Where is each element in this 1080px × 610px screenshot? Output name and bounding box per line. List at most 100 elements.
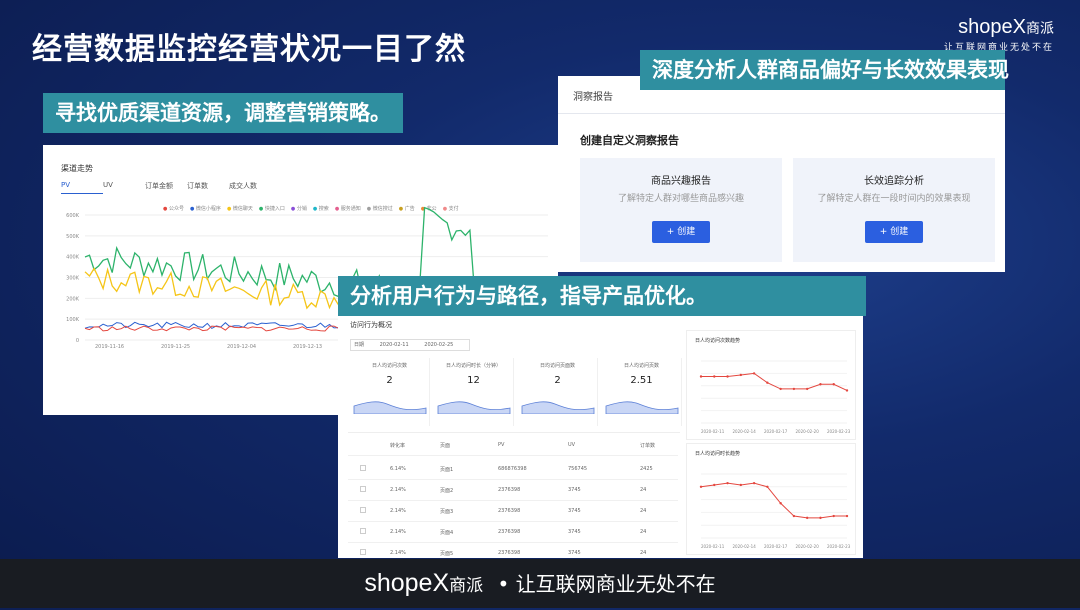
- x-tick-label: 2020-02-23: [827, 544, 851, 549]
- table-cell: 24: [640, 529, 647, 535]
- x-tick-label: 2019-12-13: [293, 344, 322, 350]
- data-point[interactable]: [739, 373, 743, 377]
- data-point[interactable]: [832, 514, 835, 518]
- data-point[interactable]: [766, 485, 769, 488]
- table-cell: 2376398: [498, 529, 521, 535]
- x-tick-label: 2020-02-20: [796, 544, 820, 549]
- column-header[interactable]: UV: [568, 442, 575, 448]
- y-tick-label: 200K: [66, 296, 80, 302]
- table-cell: 2376398: [498, 487, 521, 493]
- footer-tagline: • 让互联网商业无处不在: [497, 572, 716, 596]
- stat-card: 日人均访问时长（分钟） 12: [434, 358, 514, 426]
- table-cell: 页面3: [440, 509, 454, 515]
- table-cell: 页面4: [440, 530, 454, 536]
- y-tick-label: 0: [76, 338, 79, 344]
- product-interest-card: 商品兴趣报告 了解特定人群对哪些商品感兴趣 + 创建: [580, 158, 782, 262]
- table-cell: 3745: [568, 529, 581, 535]
- table-row[interactable]: 2.14% 页面2 2376398 3745 24: [348, 479, 678, 501]
- stat-card: 日均访问页面数 2: [518, 358, 598, 426]
- visit-behavior-panel: 访问行为概况 日期 2020-02-11 2020-02-25 日人均访问次数 2…: [338, 308, 863, 564]
- data-point[interactable]: [726, 375, 729, 378]
- sparkline: [353, 401, 427, 414]
- data-point[interactable]: [845, 389, 849, 392]
- table-row[interactable]: 2.14% 页面3 2376398 3745 24: [348, 500, 678, 522]
- y-tick-label: 500K: [66, 234, 80, 240]
- table-cell: 24: [640, 487, 647, 493]
- x-tick-label: 2020-02-11: [701, 429, 725, 434]
- brand-name: shopeX: [958, 16, 1026, 38]
- card-title: 商品兴趣报告: [651, 176, 711, 187]
- date-from: 2020-02-11: [379, 342, 409, 348]
- footer-brand: shopeX商派: [364, 569, 484, 597]
- x-tick-label: 2020-02-14: [733, 429, 757, 434]
- data-point[interactable]: [713, 375, 716, 378]
- data-point[interactable]: [752, 481, 756, 485]
- stat-value: 12: [467, 375, 480, 386]
- x-tick-label: 2020-02-17: [764, 544, 788, 549]
- data-point[interactable]: [805, 516, 809, 520]
- data-point[interactable]: [713, 483, 716, 487]
- data-point[interactable]: [726, 481, 729, 485]
- table-cell: 3745: [568, 508, 581, 514]
- table-cell: 756745: [568, 466, 588, 472]
- row-checkbox[interactable]: [360, 486, 366, 492]
- row-checkbox[interactable]: [360, 549, 366, 555]
- caption-behavior: 分析用户行为与路径，指导产品优化。: [338, 276, 866, 316]
- table-cell: 2.14%: [390, 487, 406, 493]
- visit-count-trend: 日人均访问次数趋势 2020-02-11 2020-02-14 2020-02-17…: [686, 330, 856, 440]
- create-button[interactable]: + 创建: [865, 221, 923, 243]
- x-tick-label: 2020-02-11: [701, 544, 725, 549]
- panel-title: 访问行为概况: [350, 321, 392, 329]
- tab-insight-report[interactable]: 洞察报告: [573, 88, 613, 103]
- stat-label: 日人均访问页数: [623, 363, 659, 369]
- footer-bar: shopeX商派 • 让互联网商业无处不在: [0, 559, 1080, 608]
- card-desc: 了解特定人群在一段时间内的效果表现: [817, 194, 971, 204]
- y-tick-label: 600K: [66, 213, 80, 219]
- visit-duration-chart: 2020-02-11 2020-02-14 2020-02-17 2020-02-20…: [699, 473, 851, 549]
- create-button[interactable]: + 创建: [652, 221, 710, 243]
- table-cell: 页面5: [440, 551, 454, 557]
- row-checkbox[interactable]: [360, 507, 366, 513]
- data-point[interactable]: [792, 387, 796, 391]
- x-tick-label: 2019-11-16: [95, 344, 124, 350]
- sparkline: [521, 401, 595, 414]
- table-cell: 2425: [640, 466, 653, 472]
- date-range-picker[interactable]: 日期 2020-02-11 2020-02-25: [350, 339, 470, 351]
- data-point[interactable]: [779, 502, 782, 505]
- row-checkbox[interactable]: [360, 528, 366, 534]
- x-tick-label: 2020-02-20: [796, 429, 820, 434]
- data-point[interactable]: [779, 387, 782, 391]
- table-cell: 24: [640, 508, 647, 514]
- visit-count-chart: 2020-02-11 2020-02-14 2020-02-17 2020-02-20…: [699, 360, 851, 434]
- column-header[interactable]: 转化率: [390, 442, 405, 449]
- x-tick-label: 2020-02-23: [827, 429, 851, 434]
- table-cell: 24: [640, 550, 647, 556]
- sparkline: [437, 401, 511, 414]
- data-point[interactable]: [805, 387, 809, 391]
- table-row[interactable]: 6.14% 页面1 686876398 756745 2425: [348, 458, 678, 480]
- stat-value: 2: [554, 375, 561, 386]
- data-point[interactable]: [819, 516, 822, 520]
- data-point[interactable]: [766, 381, 769, 384]
- column-header[interactable]: 订单数: [640, 442, 655, 449]
- data-point[interactable]: [792, 514, 796, 518]
- data-point[interactable]: [819, 383, 822, 386]
- column-header[interactable]: 页面: [440, 442, 450, 449]
- table-row[interactable]: 2.14% 页面4 2376398 3745 24: [348, 521, 678, 543]
- data-point[interactable]: [699, 485, 703, 488]
- data-point[interactable]: [832, 383, 835, 386]
- create-report-heading: 创建自定义洞察报告: [580, 134, 679, 147]
- row-checkbox[interactable]: [360, 465, 366, 471]
- table-cell: 3745: [568, 550, 581, 556]
- data-point[interactable]: [739, 483, 743, 487]
- x-tick-label: 2019-11-25: [161, 344, 190, 350]
- data-point[interactable]: [699, 375, 703, 378]
- data-point[interactable]: [752, 372, 756, 375]
- column-header[interactable]: PV: [498, 442, 504, 448]
- visit-duration-trend: 日人均访问时长趋势 2020-02-11 2020-02-14 2020-02-17…: [686, 443, 856, 555]
- x-tick-label: 2020-02-17: [764, 429, 788, 434]
- stat-card: 日人均访问页数 2.51: [602, 358, 682, 426]
- data-point[interactable]: [845, 514, 849, 518]
- stat-card: 日人均访问次数 2: [350, 358, 430, 426]
- table-cell: 686876398: [498, 466, 527, 472]
